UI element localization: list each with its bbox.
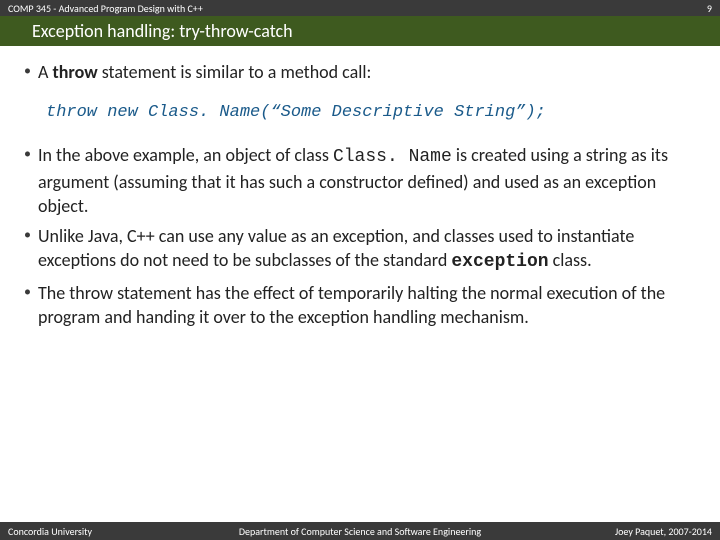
bullet-text: Unlike Java, C++ can use any value as an…	[38, 224, 696, 275]
bullet-text: In the above example, an object of class…	[38, 143, 696, 218]
bullet-intro: • A throw statement is similar to a meth…	[24, 60, 696, 84]
text-fragment: A	[38, 61, 52, 83]
text-fragment: statement is similar to a method call:	[98, 61, 372, 83]
footer-left: Concordia University	[8, 525, 184, 538]
bullet-2: • Unlike Java, C++ can use any value as …	[24, 224, 696, 275]
footer-right: Joey Paquet, 2007-2014	[536, 525, 712, 538]
bullet-1: • In the above example, an object of cla…	[24, 143, 696, 218]
keyword-exception: exception	[451, 252, 548, 272]
text-fragment: In the above example, an object of class	[38, 144, 333, 166]
page-number: 9	[707, 2, 712, 15]
slide: COMP 345 - Advanced Program Design with …	[0, 0, 720, 540]
course-label: COMP 345 - Advanced Program Design with …	[8, 2, 712, 15]
bullet-dot-icon: •	[24, 224, 38, 275]
text-fragment: class.	[549, 249, 592, 271]
class-name-inline: Class. Name	[333, 147, 452, 167]
bullet-3: • The throw statement has the effect of …	[24, 281, 696, 330]
bullet-dot-icon: •	[24, 281, 38, 330]
slide-content: • A throw statement is similar to a meth…	[0, 46, 720, 522]
slide-title-bar: Exception handling: try-throw-catch	[0, 16, 720, 46]
bullet-dot-icon: •	[24, 143, 38, 218]
slide-title: Exception handling: try-throw-catch	[32, 20, 293, 42]
code-example: throw new Class. Name(“Some Descriptive …	[46, 102, 696, 125]
bullet-text: The throw statement has the effect of te…	[38, 281, 696, 330]
bottom-bar: Concordia University Department of Compu…	[0, 522, 720, 540]
keyword-throw: throw	[52, 61, 97, 83]
top-bar: COMP 345 - Advanced Program Design with …	[0, 0, 720, 16]
bullet-dot-icon: •	[24, 60, 38, 84]
footer-center: Department of Computer Science and Softw…	[184, 525, 536, 538]
bullet-text: A throw statement is similar to a method…	[38, 60, 696, 84]
